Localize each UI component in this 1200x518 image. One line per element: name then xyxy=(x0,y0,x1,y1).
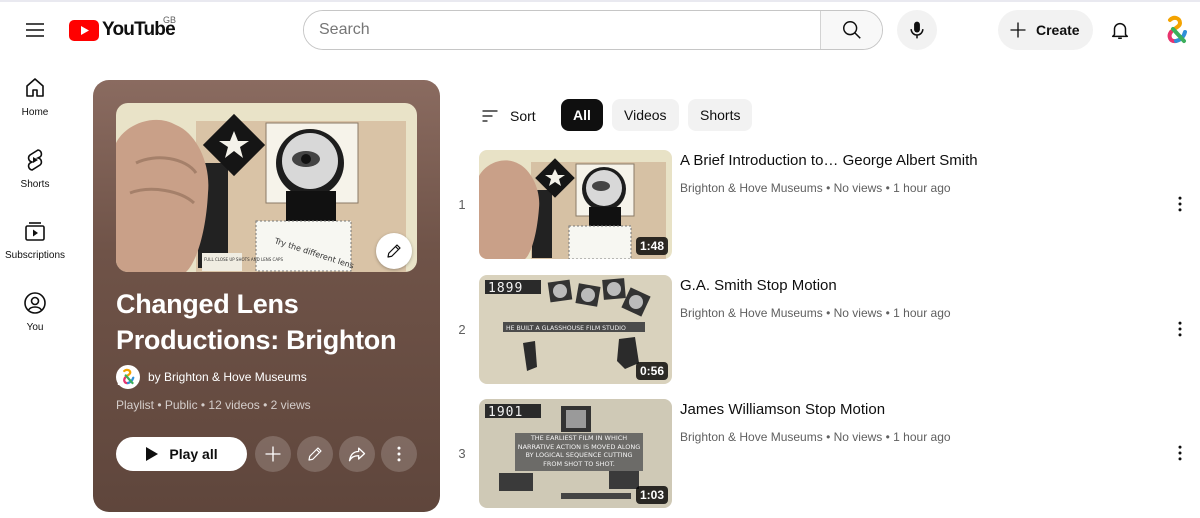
video-title[interactable]: James Williamson Stop Motion xyxy=(680,401,885,418)
video-title[interactable]: G.A. Smith Stop Motion xyxy=(680,277,837,294)
video-duration: 0:56 xyxy=(635,362,668,380)
video-duration: 1:03 xyxy=(635,486,668,504)
view-count: No views xyxy=(833,430,883,444)
channel-name[interactable]: Brighton & Hove Museums xyxy=(680,306,823,320)
play-all-button[interactable]: Play all xyxy=(116,437,247,471)
pencil-icon xyxy=(387,244,401,258)
bell-icon xyxy=(1111,22,1129,39)
thumbnail-year-text: 1899 xyxy=(488,281,523,296)
playlist-video-row[interactable]: 3 1901 THE EARLIEST FILM IN WHICH NARRAT… xyxy=(450,399,1195,511)
video-thumbnail[interactable]: 1901 THE EARLIEST FILM IN WHICH NARRATIV… xyxy=(479,399,672,508)
more-vertical-icon xyxy=(1178,321,1182,337)
playlist-video-row[interactable]: 2 1899 HE BUILT A GLASSHOUSE FILM STUDIO… xyxy=(450,275,1195,387)
voice-search-button[interactable] xyxy=(897,10,937,50)
thumbnail-caption: THE EARLIEST FILM IN WHICH NARRATIVE ACT… xyxy=(517,434,641,468)
edit-thumbnail-button[interactable] xyxy=(376,233,412,269)
video-thumbnail[interactable]: 1:48 xyxy=(479,150,672,259)
thumbnail-image: Try the different lens FULL CLOSE UP SHO… xyxy=(116,103,417,272)
search-button[interactable] xyxy=(820,11,882,49)
view-count: No views xyxy=(833,181,883,195)
region-code: GB xyxy=(163,15,177,25)
search-input[interactable] xyxy=(304,11,820,49)
sort-label: Sort xyxy=(510,108,536,124)
chip-videos[interactable]: Videos xyxy=(612,99,679,131)
sidebar-item-you[interactable]: You xyxy=(0,275,70,337)
edit-playlist-button[interactable] xyxy=(297,436,333,472)
channel-name[interactable]: Brighton & Hove Museums xyxy=(680,181,823,195)
video-index: 1 xyxy=(458,197,466,212)
create-button[interactable]: Create xyxy=(998,10,1093,50)
upload-age: 1 hour ago xyxy=(893,181,951,195)
share-button[interactable] xyxy=(339,436,375,472)
video-index: 3 xyxy=(458,446,466,461)
notifications-button[interactable] xyxy=(1100,10,1140,50)
user-profile-icon xyxy=(24,292,46,314)
video-title[interactable]: A Brief Introduction to… George Albert S… xyxy=(680,152,978,169)
add-to-button[interactable] xyxy=(255,436,291,472)
microphone-icon xyxy=(910,21,924,39)
sidebar-item-label: Home xyxy=(21,107,49,118)
more-vertical-icon xyxy=(397,446,401,462)
thumbnail-caption: HE BUILT A GLASSHOUSE FILM STUDIO xyxy=(506,325,626,332)
subscriptions-icon xyxy=(25,222,45,241)
youtube-play-logo-icon xyxy=(69,19,99,41)
sort-icon xyxy=(482,110,498,122)
hamburger-menu-icon xyxy=(26,23,44,37)
play-all-label: Play all xyxy=(169,446,218,462)
search-icon xyxy=(842,21,861,39)
thumbnail-year-text: 1901 xyxy=(488,405,523,420)
play-icon xyxy=(146,447,159,461)
more-vertical-icon xyxy=(1178,196,1182,212)
masthead: YouTube GB Create xyxy=(0,2,1200,58)
sidebar-item-label: Shorts xyxy=(20,179,50,190)
guide-menu-button[interactable] xyxy=(15,10,55,50)
chip-shorts[interactable]: Shorts xyxy=(688,99,753,131)
youtube-logo[interactable]: YouTube xyxy=(69,16,176,44)
channel-avatar-icon xyxy=(116,365,140,389)
video-meta: Brighton & Hove Museums • No views • 1 h… xyxy=(680,306,951,320)
more-actions-button[interactable] xyxy=(381,436,417,472)
playlist-header: Try the different lens FULL CLOSE UP SHO… xyxy=(93,80,440,512)
more-vertical-icon xyxy=(1178,445,1182,461)
channel-name[interactable]: Brighton & Hove Museums xyxy=(680,430,823,444)
playlist-meta: Playlist • Public • 12 videos • 2 views xyxy=(116,398,311,412)
video-meta: Brighton & Hove Museums • No views • 1 h… xyxy=(680,430,951,444)
sidebar-item-label: Subscriptions xyxy=(4,250,66,261)
sidebar-item-subscriptions[interactable]: Subscriptions xyxy=(0,203,70,265)
video-menu-button[interactable] xyxy=(1168,192,1192,216)
shorts-icon xyxy=(27,149,43,171)
view-count: No views xyxy=(833,306,883,320)
plus-icon xyxy=(1010,22,1026,38)
video-thumbnail[interactable]: 1899 HE BUILT A GLASSHOUSE FILM STUDIO 0… xyxy=(479,275,672,384)
pencil-icon xyxy=(308,447,322,461)
owner-name: by Brighton & Hove Museums xyxy=(148,370,307,384)
video-menu-button[interactable] xyxy=(1168,441,1192,465)
sidebar-item-shorts[interactable]: Shorts xyxy=(0,132,70,194)
chip-all[interactable]: All xyxy=(561,99,603,131)
video-index: 2 xyxy=(458,322,466,337)
upload-age: 1 hour ago xyxy=(893,430,951,444)
upload-age: 1 hour ago xyxy=(893,306,951,320)
sidebar-item-home[interactable]: Home xyxy=(0,60,70,122)
home-icon xyxy=(26,78,44,97)
playlist-thumbnail[interactable]: Try the different lens FULL CLOSE UP SHO… xyxy=(116,103,417,272)
playlist-owner[interactable]: by Brighton & Hove Museums xyxy=(116,365,307,389)
plus-icon xyxy=(265,446,281,462)
search-bar xyxy=(303,10,883,50)
card-caption: FULL CLOSE UP SHOTS AND LENS CAPS xyxy=(204,257,283,262)
video-duration: 1:48 xyxy=(635,237,668,255)
video-meta: Brighton & Hove Museums • No views • 1 h… xyxy=(680,181,951,195)
sort-button[interactable]: Sort xyxy=(480,102,536,130)
playlist-video-row[interactable]: 1 1:48 A Brief Introduction to… George A… xyxy=(450,150,1195,262)
account-avatar-icon[interactable] xyxy=(1160,14,1192,46)
share-icon xyxy=(348,447,366,462)
sidebar-item-label: You xyxy=(26,322,44,333)
create-label: Create xyxy=(1036,22,1080,38)
video-menu-button[interactable] xyxy=(1168,317,1192,341)
